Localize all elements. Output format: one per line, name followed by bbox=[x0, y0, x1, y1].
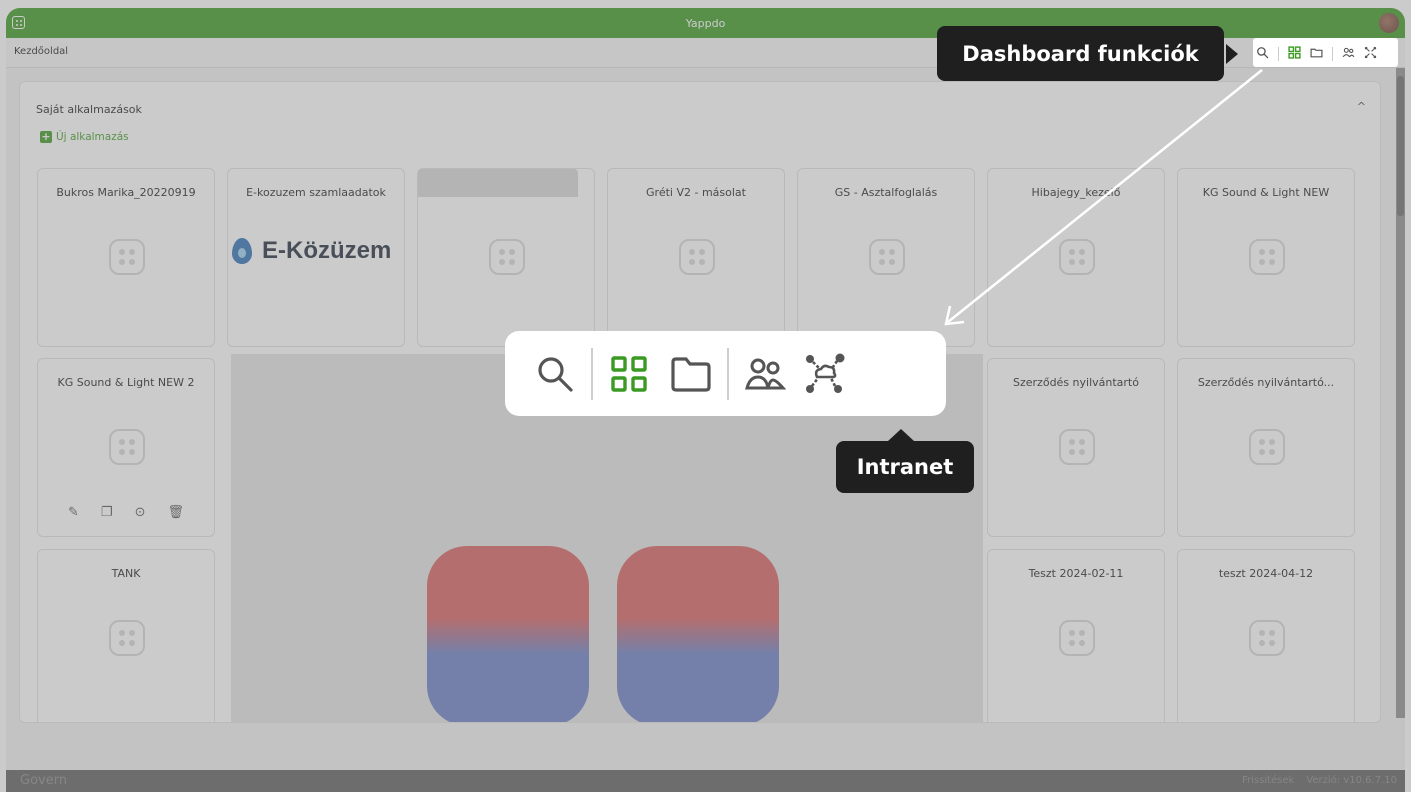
dashboard-callout-text: Dashboard funkciók bbox=[962, 41, 1199, 66]
folder-icon[interactable] bbox=[669, 352, 713, 396]
search-icon[interactable] bbox=[533, 352, 577, 396]
intranet-network-icon[interactable] bbox=[1364, 44, 1377, 63]
apps-grid-icon[interactable] bbox=[607, 352, 651, 396]
dashboard-callout: Dashboard funkciók bbox=[937, 26, 1238, 81]
toolbar-divider bbox=[727, 347, 729, 400]
zoomed-toolbar bbox=[505, 331, 946, 416]
users-icon[interactable] bbox=[743, 352, 787, 396]
toolbar-highlight bbox=[1253, 38, 1398, 67]
intranet-callout-text: Intranet bbox=[856, 455, 954, 479]
toolbar-divider bbox=[1278, 46, 1279, 61]
toolbar-divider bbox=[1332, 46, 1333, 61]
folder-icon[interactable] bbox=[1310, 44, 1323, 63]
intranet-network-icon[interactable] bbox=[803, 352, 847, 396]
users-icon[interactable] bbox=[1342, 44, 1355, 63]
search-icon[interactable] bbox=[1256, 44, 1269, 63]
intranet-callout: Intranet bbox=[836, 429, 974, 493]
toolbar-divider bbox=[591, 347, 593, 400]
apps-grid-icon[interactable] bbox=[1288, 44, 1301, 63]
